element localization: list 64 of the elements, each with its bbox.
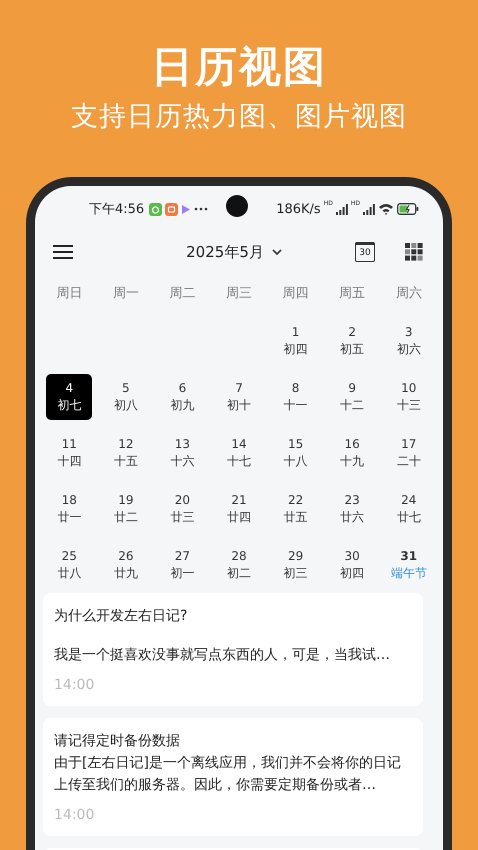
entry-excerpt: 由于[左右日记]是一个离线应用，我们并不会将你的日记上传至我们的服务器。因此，你需要定期备份或者… xyxy=(54,754,402,795)
calendar-day[interactable]: 22 廿五 xyxy=(272,486,319,532)
signal-icon xyxy=(363,204,375,214)
calendar-day[interactable]: 4 初七 xyxy=(46,374,92,420)
entry-time: 14:00 xyxy=(54,676,96,695)
entry-title: 请记得定时备份数据 xyxy=(54,732,181,751)
calendar-day[interactable]: 24 廿七 xyxy=(386,486,432,532)
calendar-day[interactable]: 30 初四 xyxy=(329,542,376,588)
calendar-day[interactable]: 3 初六 xyxy=(386,318,432,364)
weekday-label: 周二 xyxy=(168,284,196,302)
calendar-day[interactable]: 5 初八 xyxy=(102,374,149,420)
calendar-day[interactable]: 10 十三 xyxy=(386,374,432,420)
weekday-label: 周三 xyxy=(225,284,254,302)
promo-title: 日历视图 xyxy=(151,42,327,92)
weekday-label: 周四 xyxy=(282,284,310,302)
grid-view-icon[interactable] xyxy=(405,243,423,261)
calendar-day[interactable]: 6 初九 xyxy=(159,374,206,420)
calendar-day[interactable]: 2 初五 xyxy=(329,318,376,364)
calendar-day[interactable]: 28 初二 xyxy=(216,542,262,588)
calendar-day[interactable]: 12 十五 xyxy=(102,430,149,476)
today-calendar-button[interactable]: 30 xyxy=(355,242,375,262)
calendar-day[interactable]: 7 初十 xyxy=(216,374,262,420)
calendar-day[interactable]: 21 廿四 xyxy=(216,486,262,532)
calendar-day[interactable]: 17 二十 xyxy=(386,430,432,476)
diary-entry-card[interactable]: 请记得定时备份数据 由于[左右日记]是一个离线应用，我们并不会将你的日记上传至我们的服务器。因此，你需要定期备份或者… 14:00 xyxy=(43,718,423,836)
calendar-day[interactable]: 18 廿一 xyxy=(46,486,92,532)
app-notification-icon xyxy=(165,202,178,216)
calendar-day[interactable]: 29 初三 xyxy=(272,542,319,588)
promo-subtitle: 支持日历热力图、图片视图 xyxy=(71,101,407,133)
more-icon xyxy=(194,207,208,211)
weekday-label: 周一 xyxy=(112,284,140,302)
entry-time: 14:00 xyxy=(54,806,96,825)
weekday-label: 周五 xyxy=(338,284,366,302)
entry-excerpt: 我是一个挺喜欢没事就写点东西的人，可是，当我试… xyxy=(54,646,391,665)
calendar-day[interactable]: 8 十一 xyxy=(272,374,319,420)
calendar-day[interactable]: 19 廿二 xyxy=(102,486,149,532)
calendar-day[interactable]: 20 廿三 xyxy=(159,486,206,532)
play-icon xyxy=(181,204,192,214)
menu-icon[interactable] xyxy=(53,244,73,260)
calendar-day[interactable]: 31 端午节 xyxy=(386,542,432,588)
calendar-day[interactable]: 27 初一 xyxy=(159,542,206,588)
battery-icon xyxy=(397,203,419,215)
calendar-day[interactable]: 14 十七 xyxy=(216,430,262,476)
calendar-day[interactable]: 23 廿六 xyxy=(329,486,376,532)
front-camera xyxy=(226,195,248,217)
weekday-label: 周日 xyxy=(55,284,84,302)
entry-title: 为什么开发左右日记? xyxy=(54,607,188,626)
weekday-label: 周六 xyxy=(394,284,423,302)
calendar-day[interactable]: 1 初四 xyxy=(272,318,319,364)
calendar-day[interactable]: 11 十四 xyxy=(46,430,92,476)
calendar-day[interactable]: 13 十六 xyxy=(159,430,206,476)
calendar-day[interactable]: 26 廿九 xyxy=(102,542,149,588)
status-time: 下午4:56 xyxy=(89,201,144,218)
calendar-day[interactable]: 16 十九 xyxy=(329,430,376,476)
app-notification-icon xyxy=(149,202,162,216)
caret-icon xyxy=(272,249,282,255)
calendar-day[interactable]: 15 十八 xyxy=(272,430,319,476)
calendar-day[interactable]: 9 十二 xyxy=(329,374,376,420)
month-selector[interactable]: 2025年5月 xyxy=(113,242,355,262)
calendar-day[interactable]: 25 廿八 xyxy=(46,542,92,588)
diary-entry-card[interactable]: 为什么开发左右日记? 我是一个挺喜欢没事就写点东西的人，可是，当我试… 14:00 xyxy=(43,593,423,706)
wifi-icon xyxy=(378,203,394,215)
signal-icon xyxy=(336,204,348,214)
network-speed: 186K/s xyxy=(276,202,321,216)
